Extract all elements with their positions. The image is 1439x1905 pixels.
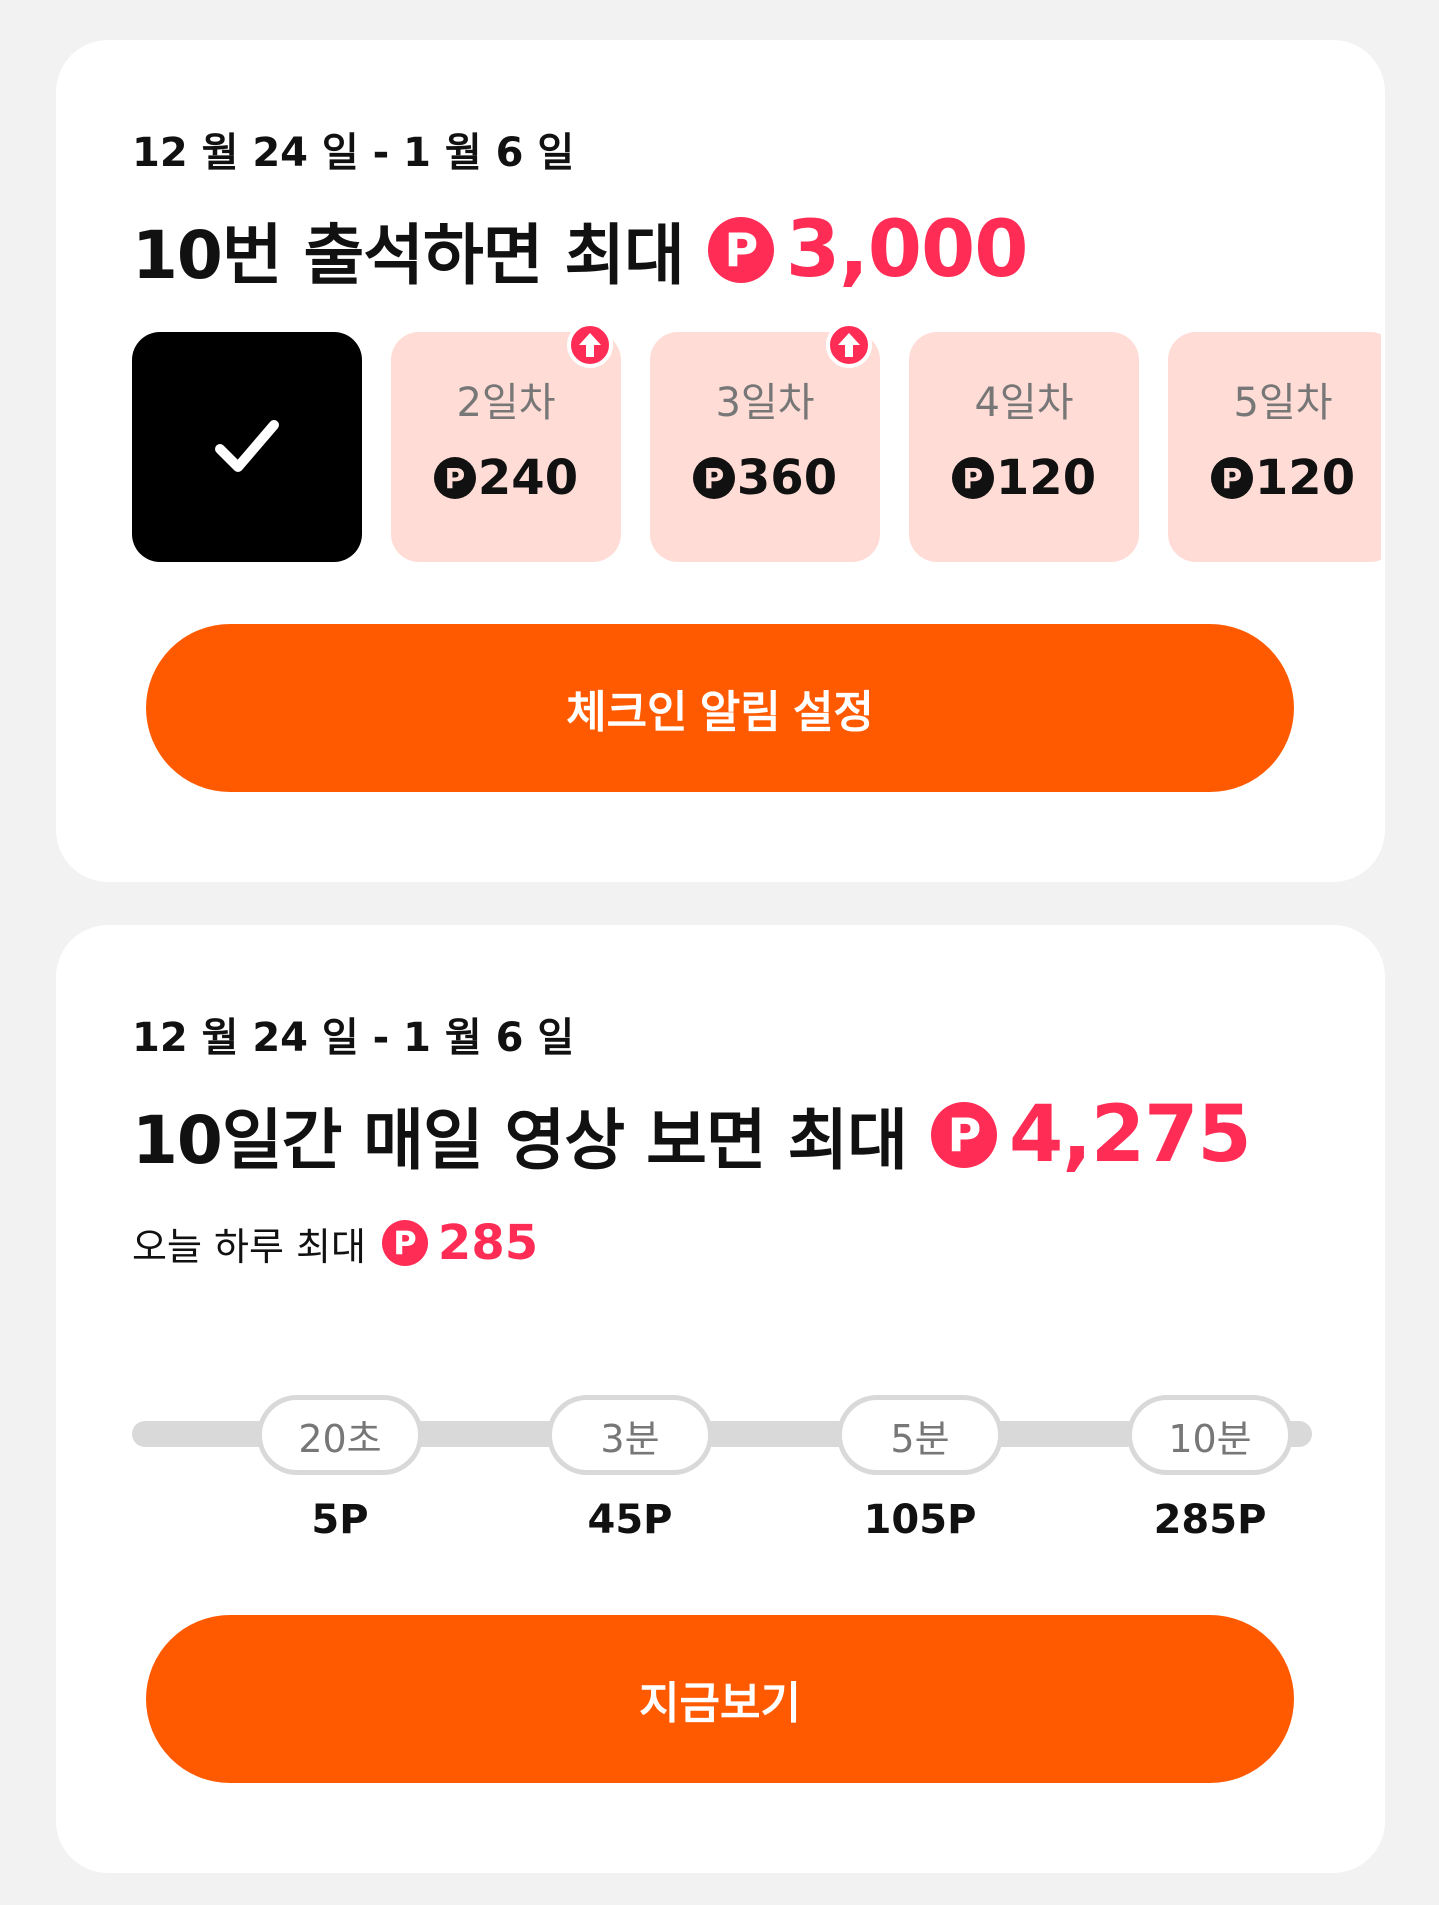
day-reward: P 120: [909, 450, 1139, 506]
milestone-points: 45P: [587, 1497, 673, 1543]
day-tile-5[interactable]: 5일차 P 120: [1168, 332, 1381, 562]
milestone-time: 20초: [257, 1395, 423, 1475]
milestone-points: 105P: [863, 1497, 977, 1543]
point-coin-icon: P: [1210, 457, 1253, 499]
video-card: 12 월 24 일 - 1 월 6 일 10일간 매일 영상 보면 최대 P 4…: [56, 925, 1385, 1873]
video-max-amount: 4,275: [1008, 1090, 1252, 1180]
attendance-headline: 10번 출석하면 최대 P 3,000: [132, 202, 1029, 298]
day-reward: P 240: [391, 450, 621, 506]
point-coin-icon: P: [951, 457, 994, 499]
milestone-time: 3분: [547, 1395, 713, 1475]
checkmark-icon: [132, 332, 362, 562]
attendance-max-amount: 3,000: [785, 205, 1029, 295]
video-headline: 10일간 매일 영상 보면 최대 P 4,275: [132, 1087, 1252, 1183]
attendance-date-range: 12 월 24 일 - 1 월 6 일: [132, 130, 575, 176]
boost-arrow-icon: [826, 322, 872, 368]
milestone-points: 5P: [311, 1497, 369, 1543]
video-headline-text: 10일간 매일 영상 보면 최대: [132, 1102, 908, 1179]
watch-now-button[interactable]: 지금보기: [146, 1615, 1294, 1783]
day-reward-amount: 240: [477, 450, 579, 506]
day-label: 3일차: [715, 380, 815, 426]
point-coin-icon: P: [692, 457, 735, 499]
point-coin-icon: P: [707, 217, 774, 283]
attendance-card: 12 월 24 일 - 1 월 6 일 10번 출석하면 최대 P 3,000 …: [56, 40, 1385, 882]
video-date-range: 12 월 24 일 - 1 월 6 일: [132, 1015, 575, 1061]
today-max: 오늘 하루 최대 P 285: [132, 1215, 538, 1271]
day-reward: P 120: [1168, 450, 1381, 506]
checkin-alarm-button[interactable]: 체크인 알림 설정: [146, 624, 1294, 792]
point-coin-icon: P: [930, 1102, 997, 1168]
today-max-label: 오늘 하루 최대: [132, 1224, 366, 1269]
milestone-points: 285P: [1153, 1497, 1267, 1543]
milestone-time: 10분: [1127, 1395, 1293, 1475]
milestone-time: 5분: [837, 1395, 1003, 1475]
day-label: 5일차: [1233, 380, 1333, 426]
point-coin-icon: P: [433, 457, 476, 499]
day-tile-4[interactable]: 4일차 P 120: [909, 332, 1139, 562]
day-reward-amount: 120: [1254, 450, 1356, 506]
day-reward-amount: 360: [736, 450, 838, 506]
day-reward: P 360: [650, 450, 880, 506]
day-label: 4일차: [974, 380, 1074, 426]
day-label: 2일차: [456, 380, 556, 426]
attendance-headline-text: 10번 출석하면 최대: [132, 217, 685, 294]
day-tile-1[interactable]: [132, 332, 362, 562]
day-reward-amount: 120: [995, 450, 1097, 506]
attendance-day-tiles: 2일차 P 240 3일차 P 360 4일차 P 120 5일차 P 120: [132, 322, 1381, 562]
today-max-amount: 285: [437, 1215, 539, 1271]
boost-arrow-icon: [567, 322, 613, 368]
point-coin-icon: P: [381, 1220, 428, 1266]
